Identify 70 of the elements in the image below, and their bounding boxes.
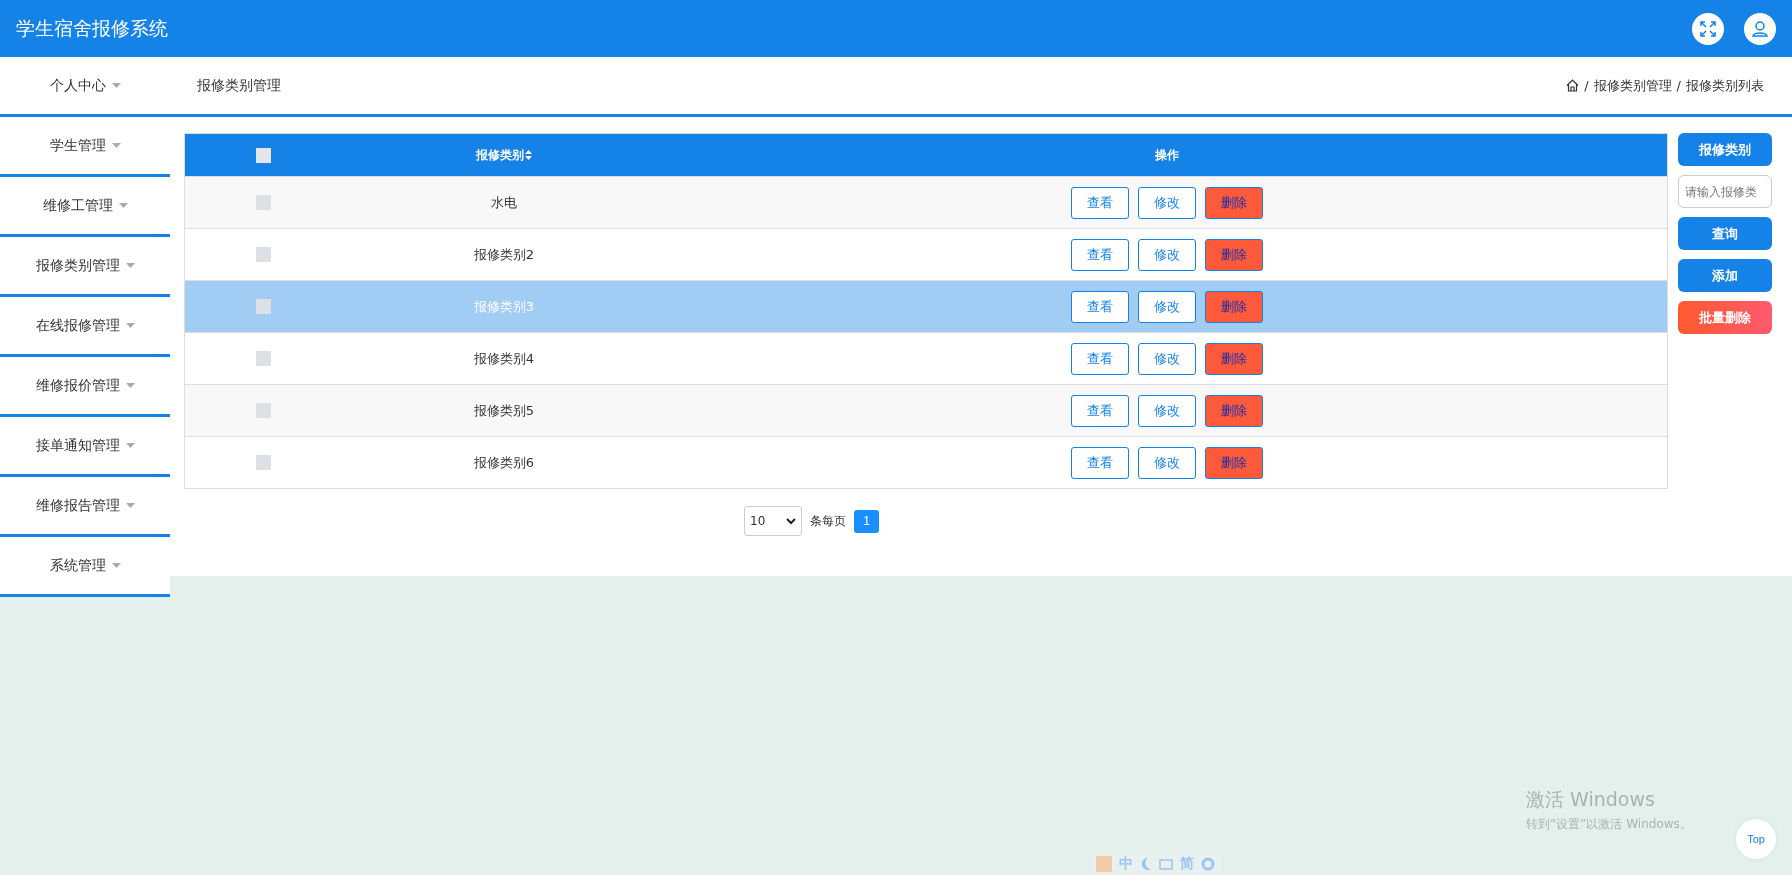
ime-logo-icon bbox=[1096, 856, 1112, 872]
caret-icon bbox=[125, 263, 135, 268]
delete-button[interactable]: 删除 bbox=[1205, 342, 1263, 375]
keyboard-icon[interactable] bbox=[1159, 857, 1173, 871]
edit-button[interactable]: 修改 bbox=[1138, 394, 1196, 427]
delete-button[interactable]: 删除 bbox=[1205, 290, 1263, 323]
view-button[interactable]: 查看 bbox=[1071, 394, 1129, 427]
view-button[interactable]: 查看 bbox=[1071, 290, 1129, 323]
fullscreen-icon[interactable] bbox=[1692, 12, 1724, 45]
user-icon[interactable] bbox=[1744, 12, 1776, 45]
caret-icon bbox=[125, 383, 135, 388]
breadcrumb-item[interactable]: 报修类别列表 bbox=[1686, 76, 1764, 95]
field-label: 报修类别 bbox=[1678, 133, 1772, 166]
add-button[interactable]: 添加 bbox=[1678, 259, 1772, 292]
activation-title: 激活 Windows bbox=[1526, 787, 1656, 812]
breadcrumb-item[interactable]: 报修类别管理 bbox=[1593, 76, 1672, 95]
breadcrumb-separator: / bbox=[1584, 78, 1589, 93]
caret-icon bbox=[118, 203, 128, 208]
checkbox[interactable] bbox=[255, 247, 271, 262]
page-size-select[interactable]: 10 bbox=[744, 506, 802, 536]
caret-icon bbox=[111, 83, 121, 88]
delete-button[interactable]: 删除 bbox=[1205, 394, 1263, 427]
delete-button[interactable]: 删除 bbox=[1205, 238, 1263, 271]
back-to-top-button[interactable]: Top bbox=[1736, 819, 1776, 859]
table-cell: 报修类别3 bbox=[473, 297, 535, 316]
checkbox[interactable] bbox=[255, 351, 271, 366]
breadcrumb-separator: / bbox=[1676, 78, 1681, 93]
checkbox[interactable] bbox=[255, 299, 271, 314]
caret-icon bbox=[125, 443, 135, 448]
page-button[interactable]: 1 bbox=[854, 509, 879, 533]
chevron-down-icon bbox=[786, 517, 796, 525]
delete-button[interactable]: 删除 bbox=[1205, 446, 1263, 479]
app-title: 学生宿舍报修系统 bbox=[16, 15, 168, 41]
settings-icon[interactable] bbox=[1201, 857, 1215, 871]
search-button[interactable]: 查询 bbox=[1678, 217, 1772, 250]
delete-button[interactable]: 删除 bbox=[1205, 186, 1263, 219]
sort-icon bbox=[525, 150, 532, 160]
search-field[interactable]: 请输入报修类 bbox=[1678, 175, 1772, 208]
checkbox[interactable] bbox=[255, 195, 271, 210]
page-title: 报修类别管理 bbox=[197, 76, 281, 95]
column-header[interactable]: 报修类别 bbox=[476, 146, 532, 164]
table-cell: 水电 bbox=[491, 193, 517, 212]
per-page-label: 条每页 bbox=[810, 512, 846, 530]
checkbox[interactable] bbox=[255, 147, 271, 163]
edit-button[interactable]: 修改 bbox=[1138, 342, 1196, 375]
table-cell: 报修类别4 bbox=[473, 349, 535, 368]
home-icon[interactable] bbox=[1566, 79, 1580, 92]
table-row[interactable]: 报修类别5 查看 修改 删除 bbox=[185, 384, 1667, 436]
edit-button[interactable]: 修改 bbox=[1138, 186, 1196, 219]
edit-button[interactable]: 修改 bbox=[1138, 446, 1196, 479]
batch-delete-button[interactable]: 批量删除 bbox=[1678, 301, 1772, 334]
table-cell: 报修类别5 bbox=[473, 401, 535, 420]
checkbox[interactable] bbox=[255, 455, 271, 470]
checkbox[interactable] bbox=[255, 403, 271, 418]
view-button[interactable]: 查看 bbox=[1071, 342, 1129, 375]
view-button[interactable]: 查看 bbox=[1071, 446, 1129, 479]
view-button[interactable]: 查看 bbox=[1071, 186, 1129, 219]
moon-icon[interactable] bbox=[1140, 857, 1152, 871]
caret-icon bbox=[125, 503, 135, 508]
table-row[interactable]: 报修类别3 查看 修改 删除 bbox=[185, 280, 1667, 332]
table-cell: 报修类别2 bbox=[473, 245, 535, 264]
table-row[interactable]: 水电 查看 修改 删除 bbox=[185, 176, 1667, 228]
column-header: 操作 bbox=[1155, 146, 1179, 164]
edit-button[interactable]: 修改 bbox=[1138, 290, 1196, 323]
table-cell: 报修类别6 bbox=[473, 453, 535, 472]
view-button[interactable]: 查看 bbox=[1071, 238, 1129, 271]
edit-button[interactable]: 修改 bbox=[1138, 238, 1196, 271]
caret-icon bbox=[111, 143, 121, 148]
caret-icon bbox=[125, 323, 135, 328]
caret-icon bbox=[111, 563, 121, 568]
